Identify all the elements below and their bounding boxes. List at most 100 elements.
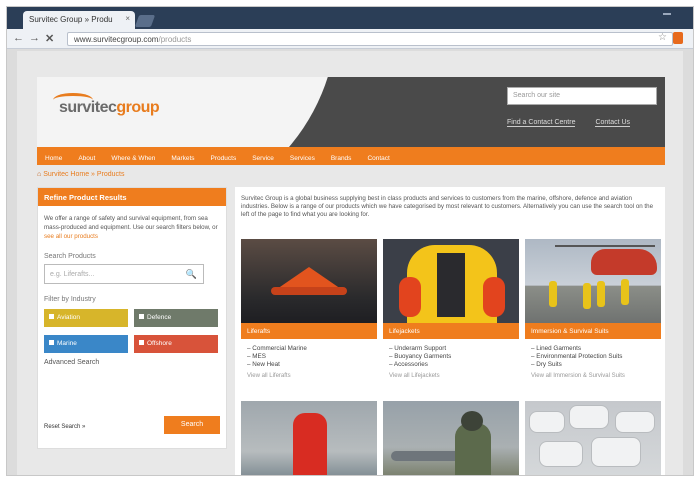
nav-item-where[interactable]: Where & When (103, 149, 163, 162)
liferaft-image (241, 239, 377, 323)
view-all-link[interactable]: View all Lifejackets (383, 369, 519, 383)
contact-us-link[interactable]: Contact Us (595, 119, 631, 127)
list-item[interactable]: – Dry Suits (531, 361, 655, 369)
nav-item-home[interactable]: Home (37, 149, 70, 162)
rotor (555, 245, 655, 247)
card-list: – Lined Garments – Environmental Protect… (525, 339, 661, 369)
shelter-unit (539, 441, 583, 467)
advanced-search-link[interactable]: Advanced Search (38, 353, 226, 366)
filter-label: Filter by Industry (44, 296, 96, 303)
product-card-row2-1[interactable] (241, 401, 377, 475)
bookmark-star-icon[interactable]: ☆ (658, 32, 667, 43)
stop-icon[interactable]: ✕ (45, 32, 54, 45)
helicopter-image (525, 239, 661, 323)
site-logo[interactable]: survitecgroup (59, 99, 160, 117)
browser-window: Survitec Group » Produ × ← → ✕ www.survi… (6, 6, 694, 476)
nav-item-markets[interactable]: Markets (163, 149, 202, 162)
home-icon[interactable]: ⌂ (37, 171, 41, 178)
tab-bar: Survitec Group » Produ × (7, 7, 693, 29)
survival-suit-image (241, 401, 377, 475)
browser-tab[interactable]: Survitec Group » Produ × (23, 11, 135, 29)
breadcrumb-text[interactable]: Survitec Home » Products (43, 171, 124, 178)
product-card-lifejackets[interactable]: Lifejackets – Underarm Support – Buoyanc… (383, 239, 519, 383)
back-icon[interactable]: ← (13, 32, 24, 44)
list-item[interactable]: – Underarm Support (389, 345, 513, 353)
tab-title: Survitec Group » Produ (29, 15, 113, 24)
nav-item-service[interactable]: Service (244, 149, 282, 162)
nav-item-about[interactable]: About (70, 149, 103, 162)
filter-defence[interactable]: Defence (134, 309, 218, 327)
site-header: survitecgroup Search our site Find a Con… (37, 77, 665, 147)
product-search-input[interactable]: e.g. Liferafts... 🔍 (44, 264, 204, 284)
liferaft-canopy (277, 267, 341, 289)
helmet (461, 411, 483, 431)
reset-search-link[interactable]: Reset Search » (44, 424, 85, 430)
filter-offshore[interactable]: Offshore (134, 335, 218, 353)
shelter-image (525, 401, 661, 475)
product-card-row2-2[interactable] (383, 401, 519, 475)
filter-label-marine: Marine (57, 340, 77, 347)
filter-aviation[interactable]: Aviation (44, 309, 128, 327)
url-path: /products (158, 35, 192, 44)
red-suit (293, 413, 327, 475)
card-caption[interactable]: Lifejackets (383, 323, 519, 339)
nav-item-services[interactable]: Services (282, 149, 323, 162)
list-item[interactable]: – Commercial Marine (247, 345, 371, 353)
web-page: survitecgroup Search our site Find a Con… (17, 51, 683, 475)
browser-menu-icon[interactable] (673, 32, 683, 44)
tab-close-icon[interactable]: × (125, 14, 130, 23)
product-card-liferafts[interactable]: Liferafts – Commercial Marine – MES – Ne… (241, 239, 377, 383)
forward-icon[interactable]: → (29, 32, 40, 44)
search-button[interactable]: Search (164, 416, 220, 434)
sidebar-title: Refine Product Results (38, 188, 226, 206)
shelter-unit (615, 411, 655, 433)
card-caption[interactable]: Immersion & Survival Suits (525, 323, 661, 339)
products-intro: Survitec Group is a global business supp… (241, 195, 654, 218)
logo-accent-text: group (116, 99, 160, 116)
card-list: – Commercial Marine – MES – New Heat (241, 339, 377, 369)
view-all-link[interactable]: View all Immersion & Survival Suits (525, 369, 661, 383)
view-all-link[interactable]: View all Liferafts (241, 369, 377, 383)
find-contact-link[interactable]: Find a Contact Centre (507, 119, 576, 127)
all-products-link[interactable]: see all our products (44, 233, 98, 240)
filter-label-defence: Defence (147, 314, 172, 321)
site-search-input[interactable]: Search our site (507, 87, 657, 105)
main-nav: Home About Where & When Markets Products Serv… (37, 147, 665, 165)
liferaft-base (271, 287, 347, 295)
list-item[interactable]: – Environmental Protection Suits (531, 353, 655, 361)
list-item[interactable]: – Lined Garments (531, 345, 655, 353)
product-card-row2-3[interactable] (525, 401, 661, 475)
card-list: – Underarm Support – Buoyancy Garments –… (383, 339, 519, 369)
list-item[interactable]: – Accessories (389, 361, 513, 369)
lifejacket-image (383, 239, 519, 323)
filter-label-aviation: Aviation (57, 314, 81, 321)
search-icon[interactable]: 🔍 (186, 269, 197, 280)
address-bar[interactable]: www.survitecgroup.com/products (67, 32, 673, 46)
filter-label-offshore: Offshore (147, 340, 172, 347)
sidebar-intro: We offer a range of safety and survival … (38, 206, 226, 241)
sidebar-intro-text: We offer a range of safety and survival … (44, 215, 218, 231)
refine-sidebar: Refine Product Results We offer a range … (37, 187, 227, 449)
product-card-immersion[interactable]: Immersion & Survival Suits – Lined Garme… (525, 239, 661, 383)
browser-toolbar: ← → ✕ www.survitecgroup.com/products ☆ (7, 29, 693, 49)
pilot-image (383, 401, 519, 475)
nav-item-brands[interactable]: Brands (323, 149, 360, 162)
card-caption[interactable]: Liferafts (241, 323, 377, 339)
logo-text: survitec (59, 99, 117, 116)
products-main: Survitec Group is a global business supp… (235, 187, 665, 475)
breadcrumb: ⌂ Survitec Home » Products (37, 171, 125, 178)
checkbox-icon (49, 314, 54, 319)
list-item[interactable]: – Buoyancy Garments (389, 353, 513, 361)
header-links: Find a Contact Centre Contact Us (507, 119, 648, 127)
helicopter (591, 249, 657, 275)
nav-item-contact[interactable]: Contact (359, 149, 397, 162)
nav-item-products[interactable]: Products (203, 149, 245, 162)
checkbox-icon (139, 314, 144, 319)
industry-filters: Aviation Defence Marine Offshore (38, 309, 226, 353)
list-item[interactable]: – MES (247, 353, 371, 361)
new-tab-button[interactable] (134, 15, 156, 27)
filter-marine[interactable]: Marine (44, 335, 128, 353)
shelter-unit (569, 405, 609, 429)
list-item[interactable]: – New Heat (247, 361, 371, 369)
minimize-icon[interactable] (663, 13, 671, 15)
